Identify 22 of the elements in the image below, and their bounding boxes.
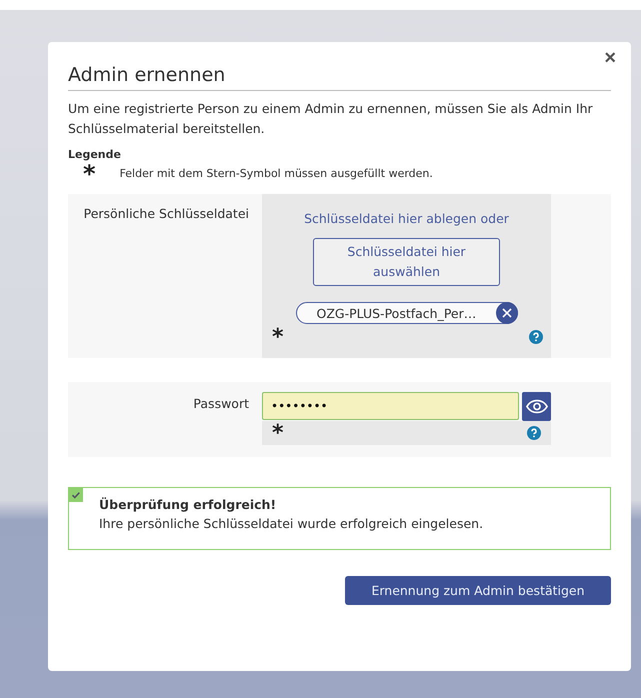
file-dropzone[interactable]: Schlüsseldatei hier ablegen oder Schlüsseldatei hier auswählen OZG-PLUS-Postfach_Per… *: [262, 194, 551, 358]
required-mark: *: [272, 330, 284, 344]
field-label: Passwort: [192, 395, 249, 413]
password-field[interactable]: ••••••••: [262, 392, 519, 420]
required-mark: *: [83, 166, 96, 180]
remove-icon[interactable]: [496, 302, 518, 324]
show-password-button[interactable]: [522, 392, 551, 421]
help-icon[interactable]: [527, 426, 541, 440]
intro-text: Um eine registrierte Person zu einem Admin zu ernennen, müssen Sie als Admin Ihr Schlüsselmaterial bereitstellen.: [68, 100, 594, 138]
legend-heading: Legende: [68, 148, 122, 161]
alert-title: Überprüfung erfolgreich!: [99, 496, 278, 514]
drop-text: Schlüsseldatei hier ablegen oder: [304, 211, 509, 226]
eye-icon: [526, 399, 548, 414]
alert-message: Ihre persönliche Schlüsseldatei wurde erfolgreich eingelesen.: [99, 515, 484, 533]
field-label: Persönliche Schlüsseldatei: [82, 205, 249, 223]
file-name: OZG-PLUS-Postfach_Per…: [316, 306, 476, 320]
required-mark: *: [272, 426, 284, 440]
legend-text: Felder mit dem Stern-Symbol müssen ausgefüllt werden.: [120, 166, 433, 180]
dialog-title: Admin ernennen: [68, 64, 611, 91]
select-file-button[interactable]: Schlüsseldatei hier auswählen: [313, 238, 500, 286]
help-icon[interactable]: [529, 330, 543, 344]
confirm-button[interactable]: Ernennung zum Admin bestätigen: [345, 576, 611, 605]
